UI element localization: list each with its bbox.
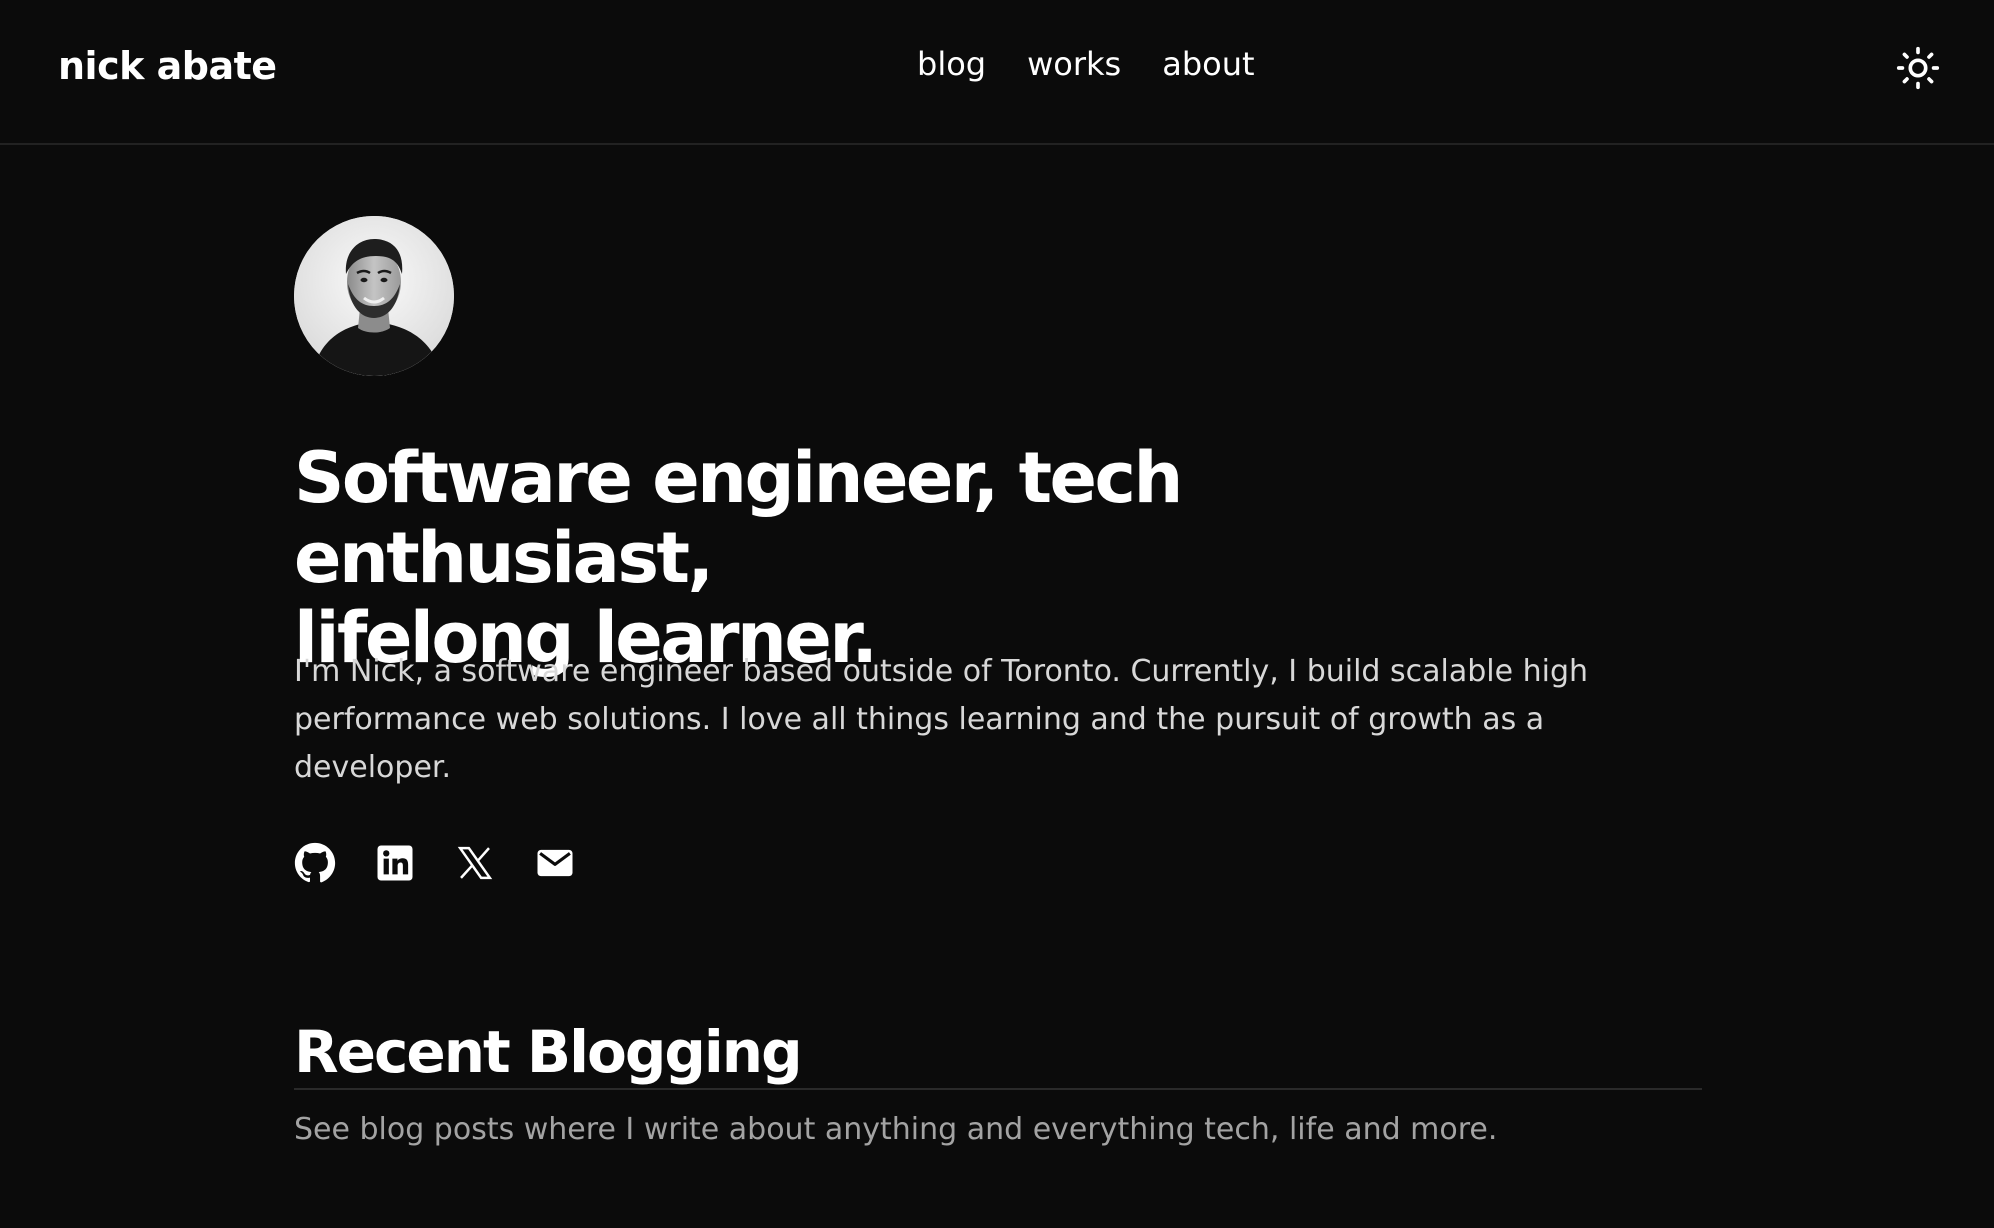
- nav-link-blog[interactable]: blog: [917, 44, 986, 84]
- sun-icon: [1896, 46, 1940, 90]
- linkedin-link[interactable]: [374, 842, 416, 884]
- recent-blogging-title: Recent Blogging: [294, 1018, 803, 1086]
- site-header: nick abate blog works about: [0, 0, 1994, 145]
- email-link[interactable]: [534, 842, 576, 884]
- main-nav: blog works about: [917, 44, 1255, 84]
- avatar: [294, 216, 454, 376]
- avatar-photo: [294, 216, 454, 376]
- x-link[interactable]: [454, 842, 496, 884]
- social-links: [294, 842, 576, 884]
- email-icon: [537, 849, 573, 877]
- nav-link-works[interactable]: works: [1027, 44, 1121, 84]
- section-divider: [294, 1088, 1702, 1090]
- github-icon: [294, 842, 336, 883]
- intro-paragraph: I'm Nick, a software engineer based outs…: [294, 654, 1588, 785]
- page-headline: Software engineer, tech enthusiast, life…: [294, 438, 1594, 678]
- theme-toggle-button[interactable]: [1896, 46, 1940, 90]
- nav-link-about[interactable]: about: [1162, 44, 1254, 84]
- headline-line-1: Software engineer, tech enthusiast,: [294, 437, 1183, 599]
- github-link[interactable]: [294, 842, 336, 884]
- x-icon: [457, 846, 493, 880]
- linkedin-icon: [377, 845, 413, 881]
- recent-blogging-subtitle: See blog posts where I write about anyth…: [294, 1112, 1498, 1147]
- site-logo[interactable]: nick abate: [58, 44, 277, 88]
